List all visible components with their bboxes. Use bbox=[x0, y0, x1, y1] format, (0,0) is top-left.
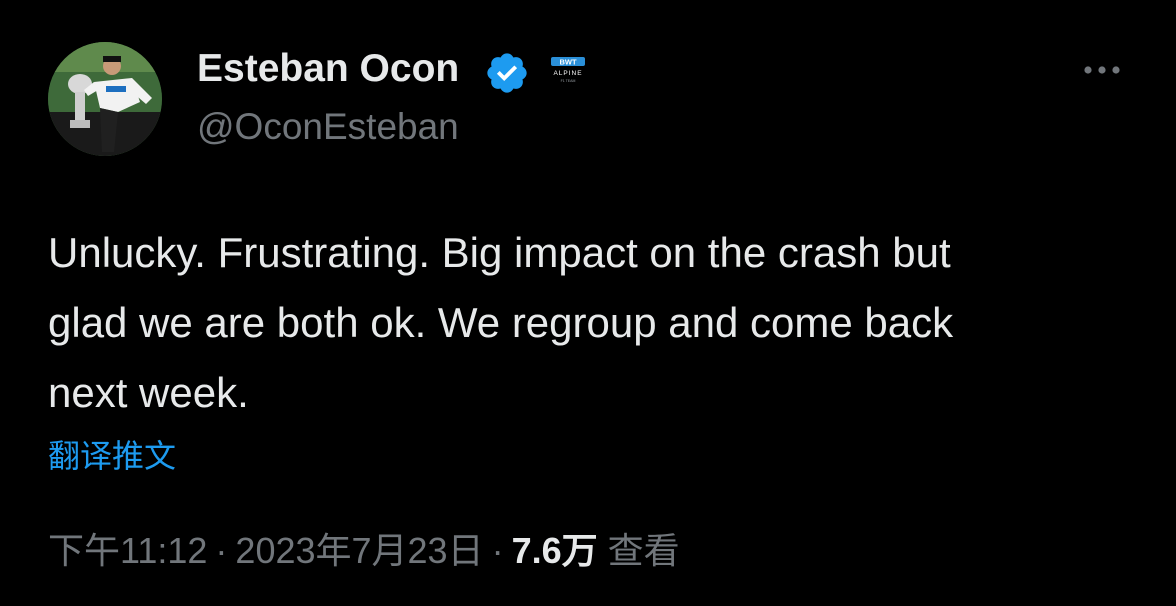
views-label: 查看 bbox=[607, 530, 680, 571]
tweet-text-line: glad we are both ok. We regroup and come… bbox=[48, 299, 954, 346]
views-count[interactable]: 7.6万 bbox=[512, 530, 598, 571]
svg-text:BWT: BWT bbox=[559, 58, 576, 67]
svg-text:F1 TEAM: F1 TEAM bbox=[561, 79, 576, 83]
tweet-text-line: next week. bbox=[48, 369, 249, 416]
tweet-time: 下午11:12 bbox=[48, 530, 208, 571]
meta-separator: · bbox=[215, 530, 228, 571]
tweet-text: Unlucky. Frustrating. Big impact on the … bbox=[48, 218, 1138, 428]
tweet-card: Esteban Ocon BWT ALPINE F1 TEAM @OconEst… bbox=[0, 0, 1176, 606]
meta-separator: · bbox=[491, 530, 504, 571]
svg-text:ALPINE: ALPINE bbox=[553, 70, 582, 77]
tweet-text-line: Unlucky. Frustrating. Big impact on the … bbox=[48, 229, 951, 276]
more-options-icon[interactable] bbox=[1076, 52, 1128, 88]
tweet-date: 2023年7月23日 bbox=[235, 530, 484, 571]
tweet-meta: 下午11:12 · 2023年7月23日 · 7.6万 查看 bbox=[48, 528, 680, 574]
avatar-image bbox=[48, 42, 162, 156]
author-handle[interactable]: @OconEsteban bbox=[197, 105, 459, 149]
author-display-name[interactable]: Esteban Ocon bbox=[197, 46, 459, 92]
avatar[interactable] bbox=[48, 42, 162, 156]
verified-badge-icon[interactable] bbox=[484, 50, 530, 96]
alpine-affiliate-badge-icon[interactable]: BWT ALPINE F1 TEAM bbox=[545, 54, 591, 86]
translate-tweet-link[interactable]: 翻译推文 bbox=[48, 436, 176, 476]
tweet-timestamp[interactable]: 下午11:12 · 2023年7月23日 bbox=[48, 530, 484, 571]
